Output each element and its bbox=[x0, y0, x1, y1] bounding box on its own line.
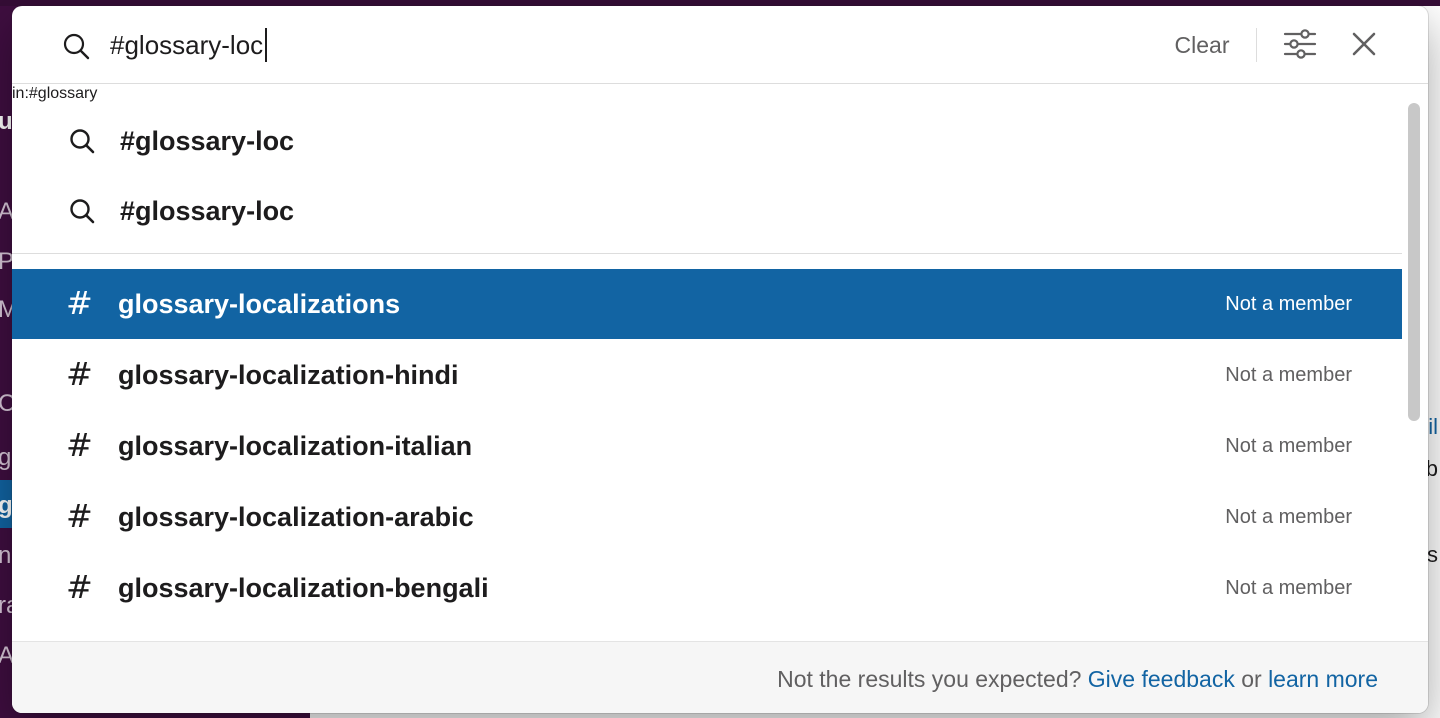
channel-name: glossary-localization-bengali bbox=[118, 573, 489, 603]
channel-result[interactable]: # glossary-localization-italian Not a me… bbox=[12, 411, 1402, 481]
results-divider bbox=[12, 253, 1402, 254]
channel-name: glossary-localizations bbox=[118, 289, 401, 319]
membership-status: Not a member bbox=[1225, 506, 1352, 528]
hash-icon: # bbox=[66, 426, 93, 464]
search-results: #glossary-loc #glossary-loc in:#glossary… bbox=[12, 85, 1428, 641]
search-icon bbox=[70, 199, 95, 224]
sidebar-fragment: u bbox=[0, 108, 13, 135]
search-icon bbox=[63, 33, 90, 60]
channel-result[interactable]: # glossary-localization-hindi Not a memb… bbox=[12, 340, 1402, 410]
hash-icon: # bbox=[66, 568, 93, 606]
suggestion-text: #glossary-loc bbox=[120, 196, 295, 226]
footer-text: Not the results you expected? Give feedb… bbox=[777, 664, 1378, 694]
membership-status: Not a member bbox=[1225, 435, 1352, 457]
main-fragment: il bbox=[1428, 414, 1438, 439]
search-icon bbox=[70, 129, 95, 154]
hash-icon: # bbox=[66, 355, 93, 393]
text-caret bbox=[265, 28, 267, 62]
learn-more-link[interactable]: learn more bbox=[1268, 666, 1378, 692]
scrollbar-thumb[interactable] bbox=[1408, 103, 1420, 421]
search-bar: Clear bbox=[12, 6, 1428, 84]
channel-result[interactable]: # glossary-localization-arabic Not a mem… bbox=[12, 482, 1402, 552]
give-feedback-link[interactable]: Give feedback bbox=[1088, 666, 1235, 692]
clear-button[interactable]: Clear bbox=[1162, 28, 1242, 62]
query-suggestion[interactable]: #glossary-loc bbox=[12, 109, 1402, 173]
hash-icon: # bbox=[66, 284, 93, 322]
close-icon[interactable] bbox=[1344, 24, 1384, 64]
channel-result[interactable]: # glossary-localizations Not a member bbox=[12, 269, 1402, 339]
footer-prompt: Not the results you expected? bbox=[777, 666, 1082, 692]
results-scrollbar[interactable] bbox=[1402, 85, 1428, 641]
results-footer: Not the results you expected? Give feedb… bbox=[12, 641, 1428, 713]
hash-icon: # bbox=[66, 497, 93, 535]
membership-status: Not a member bbox=[1225, 364, 1352, 386]
channel-name: glossary-localization-italian bbox=[118, 431, 473, 461]
in-channel-modifier-chip: in:#glossary bbox=[12, 85, 98, 102]
suggestion-text: #glossary-loc bbox=[120, 126, 295, 156]
channel-name: glossary-localization-hindi bbox=[118, 360, 459, 390]
toolbar-divider bbox=[1256, 28, 1257, 62]
channel-result[interactable]: # glossary-localization-bengali Not a me… bbox=[12, 553, 1402, 623]
search-modal: Clear #glossary-loc bbox=[12, 6, 1428, 713]
membership-status: Not a member bbox=[1225, 293, 1352, 315]
query-suggestion-scoped[interactable]: #glossary-loc bbox=[12, 179, 1402, 243]
footer-connector: or bbox=[1241, 666, 1262, 692]
membership-status: Not a member bbox=[1225, 577, 1352, 599]
channel-name: glossary-localization-arabic bbox=[118, 502, 474, 532]
sliders-icon[interactable] bbox=[1280, 24, 1320, 64]
